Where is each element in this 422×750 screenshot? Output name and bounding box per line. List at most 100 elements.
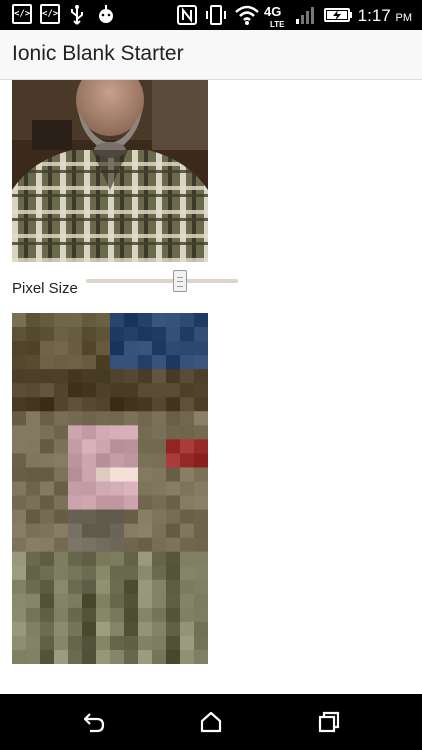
mosaic-pixel (194, 383, 208, 398)
mosaic-pixel (110, 341, 125, 356)
mosaic-pixel (124, 509, 139, 525)
mosaic-pixel (138, 355, 153, 370)
mosaic-pixel (96, 537, 111, 553)
mosaic-pixel (180, 369, 195, 384)
mosaic-pixel (138, 495, 153, 511)
mosaic-pixel (138, 607, 153, 623)
mosaic-pixel (26, 551, 41, 567)
mosaic-pixel (180, 453, 195, 468)
mosaic-pixel (124, 565, 139, 581)
mosaic-pixel (82, 369, 97, 384)
mosaic-pixel (54, 551, 69, 567)
mosaic-pixel (40, 593, 55, 609)
mosaic-pixel (82, 439, 97, 454)
mosaic-pixel (68, 411, 83, 426)
mosaic-pixel (180, 579, 195, 595)
mosaic-pixel (82, 621, 97, 637)
mosaic-pixel (152, 425, 167, 440)
mosaic-pixel (166, 579, 181, 595)
android-debug-icon (99, 5, 113, 23)
mosaic-pixel (96, 565, 111, 581)
mosaic-pixel (68, 509, 83, 525)
slider-track[interactable] (86, 279, 238, 283)
mosaic-pixel (82, 537, 97, 553)
mosaic-pixel (68, 523, 83, 539)
mosaic-pixel (54, 509, 69, 525)
mosaic-pixel (180, 383, 195, 398)
mosaic-pixel (12, 579, 27, 595)
mosaic-pixel (194, 397, 208, 412)
mosaic-pixel (110, 425, 125, 440)
mosaic-pixel (166, 551, 181, 567)
mosaic-pixel (138, 439, 153, 454)
mosaic-pixel (54, 481, 69, 497)
back-icon[interactable] (82, 710, 106, 734)
mosaic-pixel (180, 495, 195, 511)
mosaic-pixel (40, 355, 55, 370)
mosaic-pixel (152, 453, 167, 468)
mosaic-pixel (124, 439, 139, 454)
mosaic-pixel (110, 621, 125, 637)
mosaic-pixel (194, 635, 208, 651)
mosaic-pixel (180, 355, 195, 370)
mosaic-pixel (54, 355, 69, 370)
mosaic-pixel (12, 341, 27, 356)
mosaic-pixel (180, 467, 195, 482)
mosaic-pixel (152, 397, 167, 412)
mosaic-pixel (166, 327, 181, 342)
mosaic-pixel (124, 523, 139, 539)
mosaic-pixel (26, 425, 41, 440)
mosaic-pixel (96, 397, 111, 412)
mosaic-pixel (82, 509, 97, 525)
mosaic-pixel (68, 355, 83, 370)
home-icon[interactable] (199, 710, 223, 734)
mosaic-pixel (110, 411, 125, 426)
mosaic-pixel (138, 411, 153, 426)
pixel-size-slider[interactable] (86, 270, 238, 294)
mosaic-pixel (26, 439, 41, 454)
mosaic-pixel (82, 383, 97, 398)
mosaic-pixel (40, 383, 55, 398)
mosaic-pixel (96, 439, 111, 454)
mosaic-pixel (180, 425, 195, 440)
mosaic-pixel (110, 579, 125, 595)
mosaic-pixel (180, 621, 195, 637)
pixel-size-control: Pixel Size (12, 270, 242, 300)
mosaic-pixel (40, 565, 55, 581)
mosaic-pixel (68, 621, 83, 637)
mosaic-pixel (40, 509, 55, 525)
mosaic-pixel (166, 425, 181, 440)
mosaic-pixel (12, 355, 27, 370)
mosaic-pixel (40, 537, 55, 553)
mosaic-pixel (138, 649, 153, 664)
mosaic-pixel (12, 425, 27, 440)
mosaic-pixel (110, 509, 125, 525)
mosaic-pixel (166, 439, 181, 454)
mosaic-pixel (166, 383, 181, 398)
mosaic-pixel (152, 341, 167, 356)
mosaic-pixel (54, 313, 69, 328)
mosaic-pixel (68, 383, 83, 398)
recent-apps-icon[interactable] (317, 710, 341, 734)
mosaic-pixel (180, 327, 195, 342)
mosaic-pixel (82, 551, 97, 567)
mosaic-pixel (12, 649, 27, 664)
mosaic-pixel (166, 411, 181, 426)
mosaic-pixel (96, 383, 111, 398)
mosaic-pixel (54, 439, 69, 454)
mosaic-pixel (180, 523, 195, 539)
mosaic-pixel (166, 649, 181, 664)
mosaic-pixel (12, 411, 27, 426)
mosaic-pixel (68, 467, 83, 482)
mosaic-pixel (152, 383, 167, 398)
slider-thumb[interactable] (173, 270, 187, 292)
mosaic-pixel (82, 495, 97, 511)
mosaic-pixel (124, 649, 139, 664)
mosaic-pixel (180, 537, 195, 553)
mosaic-pixel (180, 649, 195, 664)
mosaic-pixel (124, 607, 139, 623)
mosaic-pixel (96, 593, 111, 609)
mosaic-pixel (152, 579, 167, 595)
mosaic-pixel (110, 523, 125, 539)
mosaic-pixel (54, 397, 69, 412)
